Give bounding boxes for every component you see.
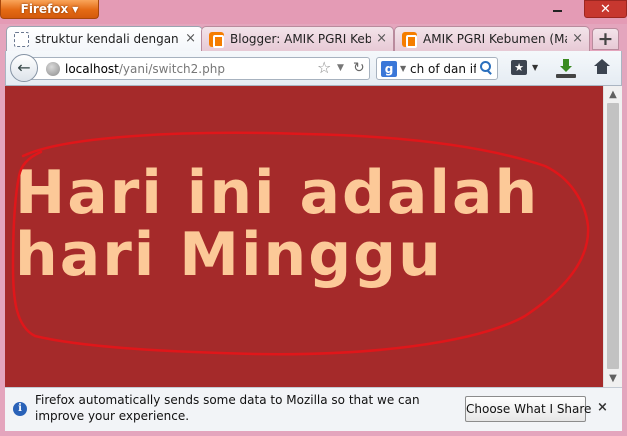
vertical-scrollbar[interactable]: ▲ ▼ bbox=[603, 86, 622, 387]
url-host: localhost bbox=[65, 62, 119, 76]
search-input[interactable]: ch of dan if bbox=[410, 62, 476, 76]
download-tray-icon bbox=[556, 74, 576, 78]
close-window-button[interactable]: ✕ bbox=[584, 0, 627, 18]
tab-label: Blogger: AMIK PGRI Kebu... bbox=[230, 32, 371, 46]
bookmarks-icon: ★ bbox=[511, 60, 527, 75]
blogger-icon bbox=[402, 32, 417, 48]
close-icon: ✕ bbox=[600, 2, 611, 17]
search-icon[interactable] bbox=[479, 60, 493, 76]
red-outline-scribble bbox=[11, 131, 590, 356]
firefox-menu-label: Firefox bbox=[20, 2, 69, 16]
tab-close-icon[interactable]: × bbox=[376, 31, 387, 46]
tab-struktur-kendali[interactable]: struktur kendali dengan S... × bbox=[6, 26, 203, 52]
tab-label: AMIK PGRI Kebumen (Ma... bbox=[423, 32, 567, 46]
scroll-up-icon[interactable]: ▲ bbox=[604, 86, 622, 103]
back-arrow-icon: ← bbox=[17, 58, 31, 77]
choose-what-i-share-button[interactable]: Choose What I Share bbox=[465, 396, 591, 422]
scroll-thumb[interactable] bbox=[607, 103, 619, 369]
url-bar[interactable]: localhost/yani/switch2.php ☆ ▼ ↻ bbox=[28, 57, 370, 80]
url-path: /yani/switch2.php bbox=[118, 62, 225, 76]
navigation-bar: localhost/yani/switch2.php ☆ ▼ ↻ ← g ▼ c… bbox=[5, 51, 622, 86]
scroll-down-icon[interactable]: ▼ bbox=[604, 370, 622, 387]
chevron-down-icon[interactable]: ▼ bbox=[400, 64, 406, 73]
search-bar[interactable]: g ▼ ch of dan if bbox=[376, 57, 498, 80]
minimize-button[interactable] bbox=[544, 0, 571, 18]
data-sharing-notification: i Firefox automatically sends some data … bbox=[5, 387, 622, 431]
blank-page-icon bbox=[14, 32, 29, 47]
globe-icon bbox=[46, 62, 60, 76]
info-icon: i bbox=[13, 402, 27, 416]
back-button[interactable]: ← bbox=[10, 54, 38, 82]
google-icon[interactable]: g bbox=[381, 61, 397, 77]
notification-close-icon[interactable]: × bbox=[597, 400, 608, 416]
reload-icon[interactable]: ↻ bbox=[353, 60, 365, 76]
tab-blogger-dashboard[interactable]: Blogger: AMIK PGRI Kebu... × bbox=[201, 26, 394, 51]
tab-strip: struktur kendali dengan S... × Blogger: … bbox=[0, 24, 627, 52]
chevron-down-icon: ▼ bbox=[532, 63, 539, 72]
blogger-icon bbox=[209, 32, 224, 48]
plus-icon: + bbox=[597, 28, 614, 50]
tab-close-icon[interactable]: × bbox=[572, 31, 583, 46]
tab-amik-pgri[interactable]: AMIK PGRI Kebumen (Ma... × bbox=[394, 26, 590, 51]
bookmark-star-icon[interactable]: ☆ bbox=[317, 59, 331, 77]
tab-label: struktur kendali dengan S... bbox=[35, 32, 180, 46]
chevron-down-icon: ▼ bbox=[72, 5, 79, 14]
title-bar: Firefox ▼ ✕ bbox=[0, 0, 627, 24]
new-tab-button[interactable]: + bbox=[592, 28, 619, 50]
home-icon[interactable] bbox=[594, 59, 610, 75]
minimize-icon bbox=[553, 10, 562, 12]
tab-close-icon[interactable]: × bbox=[185, 31, 196, 46]
history-dropdown-icon[interactable]: ▼ bbox=[337, 63, 344, 73]
firefox-menu-button[interactable]: Firefox ▼ bbox=[0, 0, 99, 19]
url-text[interactable]: localhost/yani/switch2.php bbox=[65, 62, 225, 76]
notification-message: Firefox automatically sends some data to… bbox=[35, 393, 420, 423]
page-content: Hari ini adalah hari Minggu bbox=[5, 86, 603, 387]
bookmarks-button[interactable]: ★ ▼ bbox=[507, 57, 545, 80]
